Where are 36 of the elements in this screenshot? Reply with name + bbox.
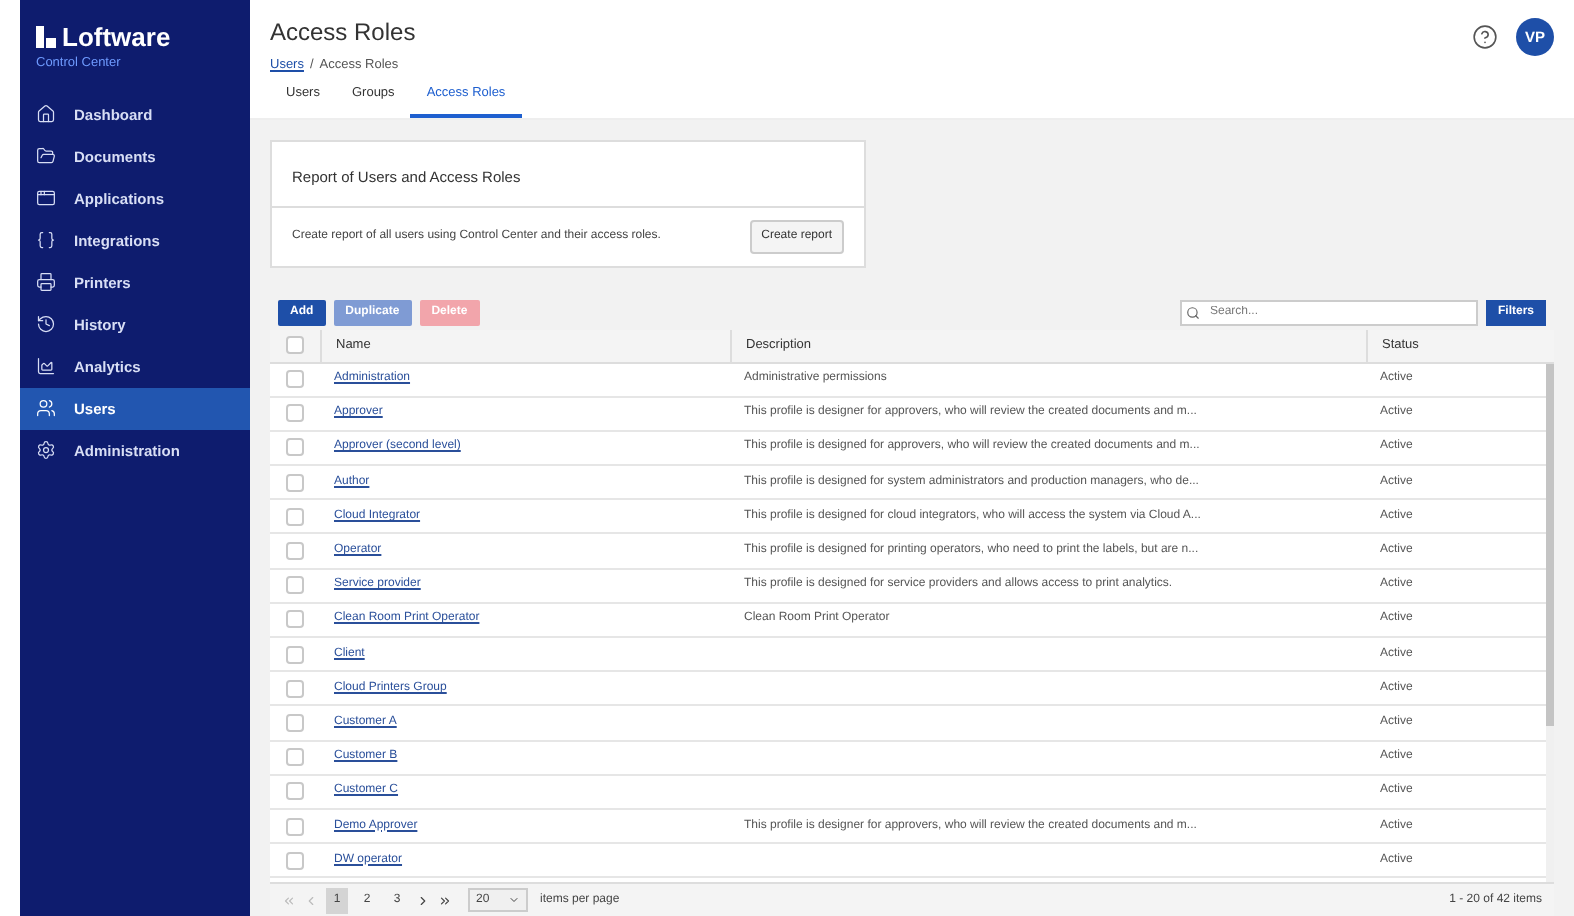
settings-icon <box>36 440 56 461</box>
checkbox[interactable] <box>286 336 304 354</box>
checkbox[interactable] <box>286 851 304 870</box>
checkbox[interactable] <box>286 748 304 767</box>
chart-icon <box>36 356 56 377</box>
checkbox[interactable] <box>286 817 304 836</box>
checkbox[interactable] <box>286 645 304 664</box>
checkbox[interactable] <box>286 679 304 698</box>
checkbox[interactable] <box>286 713 304 732</box>
checkbox[interactable] <box>286 507 304 526</box>
logo-icon <box>36 26 56 48</box>
scrollbar[interactable] <box>1546 363 1554 882</box>
printer-icon <box>36 272 56 293</box>
checkbox[interactable] <box>286 370 304 389</box>
first-page-icon[interactable] <box>282 893 296 907</box>
home-icon <box>36 104 56 125</box>
search-icon <box>1185 305 1200 319</box>
window-icon <box>36 188 56 209</box>
checkbox[interactable] <box>286 542 304 561</box>
last-page-icon[interactable] <box>438 893 452 907</box>
checkbox[interactable] <box>286 404 304 423</box>
checkbox[interactable] <box>286 438 304 457</box>
checkbox[interactable] <box>286 576 304 595</box>
checkbox[interactable] <box>286 782 304 801</box>
dropdown-icon <box>508 894 520 906</box>
previous-page-icon[interactable] <box>304 893 318 907</box>
folder-icon <box>36 146 56 167</box>
history-icon <box>36 314 56 335</box>
users-icon <box>36 398 56 419</box>
logo-text: Loftware <box>62 24 171 50</box>
page-title: Access Roles <box>270 16 416 50</box>
help-icon[interactable] <box>1472 24 1498 50</box>
checkbox[interactable] <box>286 473 304 492</box>
next-page-icon[interactable] <box>416 893 430 907</box>
braces-icon <box>36 230 56 251</box>
checkbox[interactable] <box>286 610 304 629</box>
